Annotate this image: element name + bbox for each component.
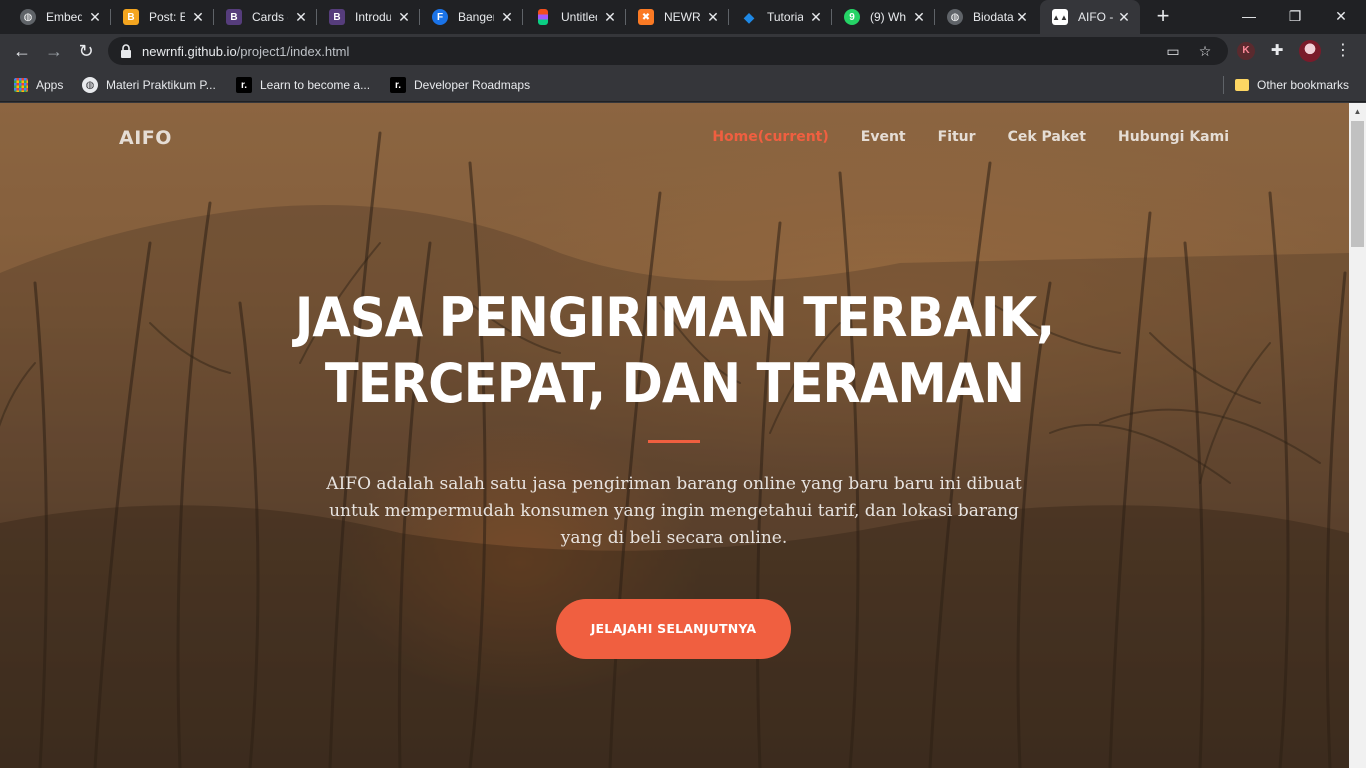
globe-icon: ◍ (82, 77, 98, 93)
tab-title: Cards - (252, 10, 288, 24)
blogger-icon: B (123, 9, 139, 25)
close-tab-icon[interactable]: ✕ (1014, 9, 1030, 25)
bookmark-label: Materi Praktikum P... (106, 78, 216, 92)
explore-button[interactable]: JELAJAHI SELANJUTNYA (556, 599, 791, 659)
roadmap-icon: r. (390, 77, 406, 93)
close-tab-icon[interactable]: ✕ (293, 9, 309, 25)
tab-title: Untitled (561, 10, 597, 24)
tab-title: Tutorial (767, 10, 803, 24)
close-tab-icon[interactable]: ✕ (87, 9, 103, 25)
diamond-icon: ◆ (743, 8, 755, 25)
lock-icon (121, 44, 131, 58)
nav-home[interactable]: Home(current) (712, 129, 828, 145)
folder-icon (1235, 79, 1249, 91)
nav-cek-paket[interactable]: Cek Paket (1008, 129, 1086, 145)
close-tab-icon[interactable]: ✕ (911, 9, 927, 25)
reload-button[interactable]: ↻ (74, 39, 98, 63)
hero-title-line-2: TERCEPAT, DAN TERAMAN (324, 352, 1025, 415)
brand-logo[interactable]: AIFO (119, 127, 172, 149)
figma-icon (538, 9, 548, 25)
menu-kebab-icon[interactable]: ⋮ (1334, 42, 1352, 60)
bookmark-learn[interactable]: r. Learn to become a... (236, 76, 370, 94)
close-tab-icon[interactable]: ✕ (808, 9, 824, 25)
bookmarks-bar: Apps ◍ Materi Praktikum P... r. Learn to… (0, 68, 1366, 102)
tab-post[interactable]: B Post: Ec ✕ (111, 0, 214, 34)
scroll-up-arrow-icon[interactable]: ▲ (1349, 103, 1366, 120)
tab-title: AIFO - (1078, 10, 1114, 24)
bookmark-label: Developer Roadmaps (414, 78, 531, 92)
address-bar[interactable]: newrnfi.github.io/project1/index.html ▭ … (108, 37, 1228, 65)
tab-title: Biodata (973, 10, 1014, 24)
bookmark-label: Learn to become a... (260, 78, 371, 92)
f-icon: F (432, 9, 448, 25)
hero-title-line-1: JASA PENGIRIMAN TERBAIK, (294, 286, 1055, 349)
whatsapp-icon: 9 (844, 9, 860, 25)
page-scrollbar[interactable]: ▲ (1349, 103, 1366, 768)
globe-icon: ◍ (20, 9, 36, 25)
close-tab-icon[interactable]: ✕ (602, 9, 618, 25)
bookmark-developer-roadmaps[interactable]: r. Developer Roadmaps (390, 76, 530, 94)
cast-icon[interactable]: ▭ (1164, 42, 1182, 60)
profile-avatar[interactable] (1299, 40, 1321, 62)
extension-k-icon[interactable]: K (1237, 42, 1255, 60)
aifo-favicon-icon: ▲▲ (1052, 9, 1068, 25)
url-host: newrnfi.github.io (142, 44, 237, 59)
close-window-button[interactable]: ✕ (1318, 4, 1364, 28)
bookmark-label: Apps (36, 78, 64, 92)
tab-title: (9) Wha (870, 10, 906, 24)
tab-aifo-active[interactable]: ▲▲ AIFO - ✕ (1040, 0, 1140, 34)
bookmark-star-icon[interactable]: ☆ (1196, 42, 1214, 60)
url-text: newrnfi.github.io/project1/index.html (142, 44, 349, 59)
bootstrap-icon: B (226, 9, 242, 25)
browser-toolbar: ← → ↻ newrnfi.github.io/project1/index.h… (0, 34, 1366, 68)
close-tab-icon[interactable]: ✕ (1116, 9, 1132, 25)
page-viewport: AIFO Home(current) Event Fitur Cek Paket… (0, 103, 1349, 768)
hero-description: AIFO adalah salah satu jasa pengiriman b… (326, 474, 1022, 548)
hero-title: JASA PENGIRIMAN TERBAIK, TERCEPAT, DAN T… (54, 285, 1295, 417)
tab-title: Embed (46, 10, 82, 24)
tab-banger[interactable]: F Banger ✕ (420, 0, 523, 34)
close-tab-icon[interactable]: ✕ (705, 9, 721, 25)
bookmark-materi[interactable]: ◍ Materi Praktikum P... (82, 76, 216, 94)
globe-icon: ◍ (947, 9, 963, 25)
hero-divider (648, 440, 700, 443)
close-tab-icon[interactable]: ✕ (499, 9, 515, 25)
restore-button[interactable]: ❐ (1272, 4, 1318, 28)
roadmap-icon: r. (236, 77, 252, 93)
minimize-button[interactable]: — (1226, 4, 1272, 28)
bookmarks-separator (1223, 76, 1224, 94)
close-tab-icon[interactable]: ✕ (396, 9, 412, 25)
close-tab-icon[interactable]: ✕ (190, 9, 206, 25)
bootstrap-icon: B (329, 9, 345, 25)
tab-title: NEWRN (664, 10, 700, 24)
nav-hubungi-kami[interactable]: Hubungi Kami (1118, 129, 1229, 145)
back-button[interactable]: ← (10, 39, 34, 63)
extensions-puzzle-icon[interactable]: ✚ (1268, 42, 1286, 60)
tab-untitled[interactable]: Untitled ✕ (523, 0, 626, 34)
xampp-icon: ✖ (638, 9, 654, 25)
bookmark-apps[interactable]: Apps (14, 76, 63, 94)
tab-whatsapp[interactable]: 9 (9) Wha ✕ (832, 0, 935, 34)
new-tab-button[interactable]: + (1152, 5, 1174, 27)
scrollbar-thumb[interactable] (1351, 121, 1364, 247)
nav-event[interactable]: Event (861, 129, 906, 145)
nav-fitur[interactable]: Fitur (938, 129, 976, 145)
tab-tutorial[interactable]: ◆ Tutorial ✕ (729, 0, 832, 34)
other-bookmarks[interactable]: Other bookmarks (1235, 76, 1349, 94)
tab-introduction[interactable]: B Introdu ✕ (317, 0, 420, 34)
tab-title: Introdu (355, 10, 391, 24)
tab-embed[interactable]: ◍ Embed ✕ (8, 0, 111, 34)
tab-title: Post: Ec (149, 10, 185, 24)
apps-grid-icon (14, 78, 28, 92)
dark-overlay (0, 103, 1349, 768)
url-path: /project1/index.html (236, 44, 350, 59)
tab-cards[interactable]: B Cards - ✕ (214, 0, 317, 34)
tab-strip: ◍ Embed ✕ B Post: Ec ✕ B Cards - ✕ B Int… (0, 0, 1366, 34)
main-nav: Home(current) Event Fitur Cek Paket Hubu… (680, 129, 1229, 145)
other-bookmarks-label: Other bookmarks (1257, 78, 1350, 92)
forward-button[interactable]: → (42, 39, 66, 63)
tab-biodata[interactable]: ◍ Biodata ✕ (935, 0, 1038, 34)
tab-title: Banger (458, 10, 494, 24)
tab-newrn[interactable]: ✖ NEWRN ✕ (626, 0, 729, 34)
